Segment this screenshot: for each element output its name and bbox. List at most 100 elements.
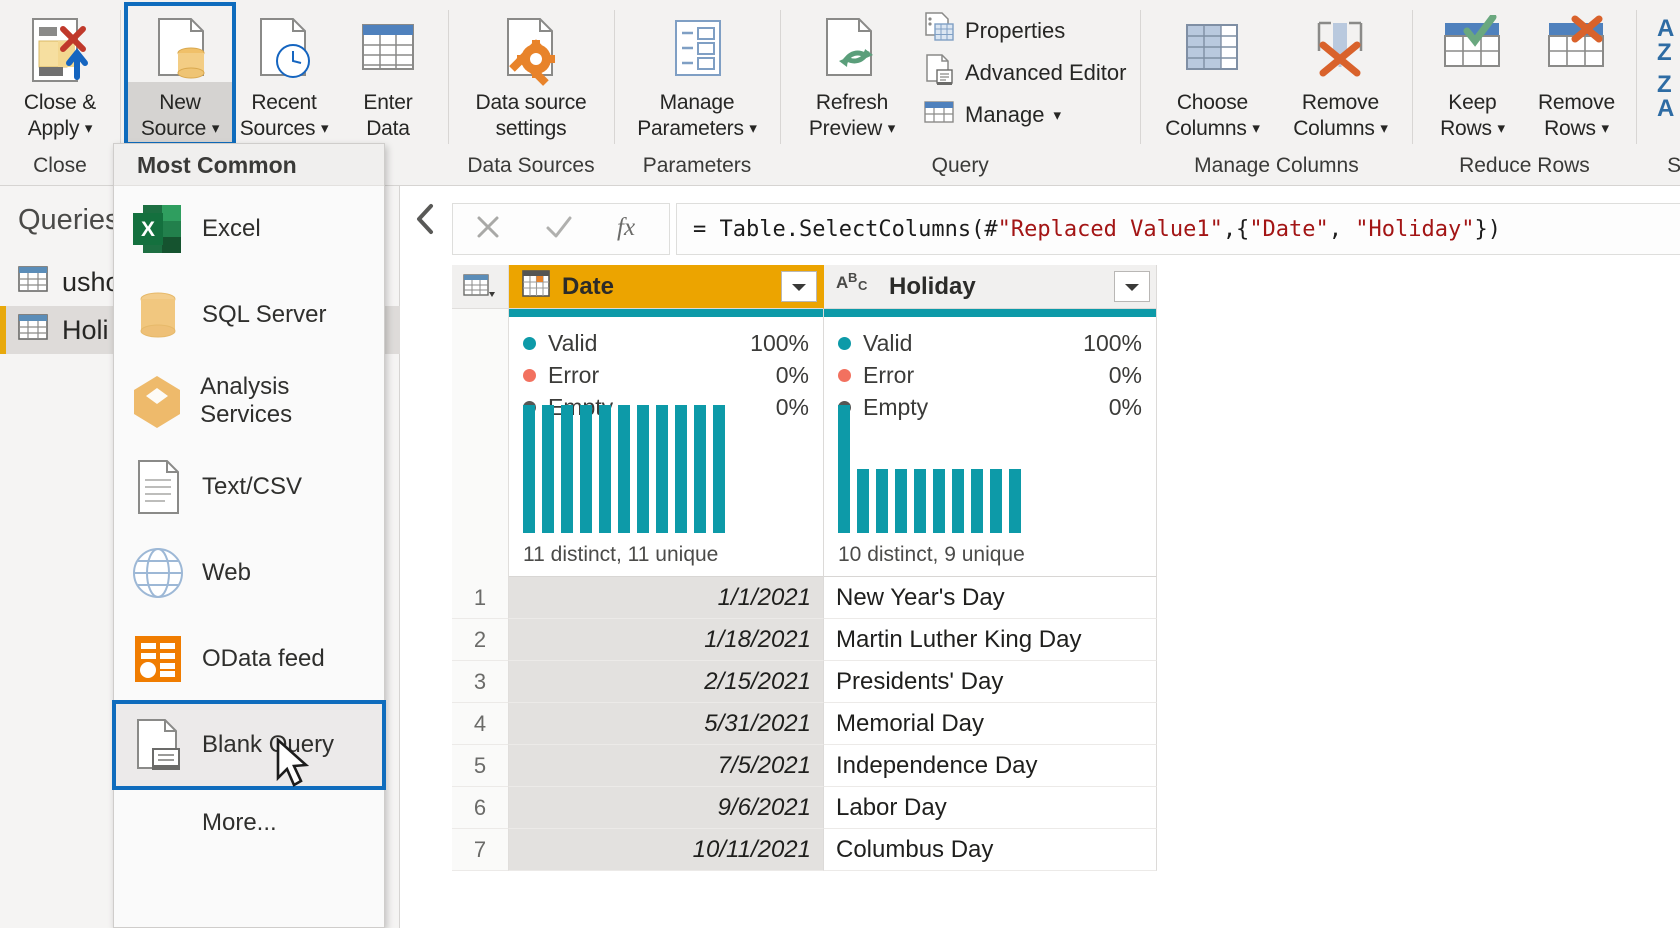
- menu-item-web[interactable]: Web: [114, 530, 384, 616]
- manage-button[interactable]: Manage ▾: [916, 94, 1132, 136]
- chevron-down-icon[interactable]: ▾: [888, 116, 896, 142]
- cell-date[interactable]: 1/1/2021: [509, 577, 824, 619]
- row-number: 7: [452, 829, 509, 871]
- column-filter-dropdown-button[interactable]: [1114, 271, 1150, 302]
- new-source-button[interactable]: New Source ▾: [124, 2, 236, 146]
- blank-query-icon: [114, 716, 202, 774]
- cell-date[interactable]: 5/31/2021: [509, 703, 824, 745]
- cell-date[interactable]: 10/11/2021: [509, 829, 824, 871]
- cell-holiday[interactable]: New Year's Day: [824, 577, 1157, 619]
- cell-holiday[interactable]: Martin Luther King Day: [824, 619, 1157, 661]
- table-row[interactable]: 2 1/18/2021 Martin Luther King Day: [452, 619, 1680, 661]
- manage-parameters-button[interactable]: Manage Parameters ▾: [622, 6, 772, 142]
- chevron-down-icon[interactable]: ▾: [1054, 106, 1062, 124]
- svg-text:Z: Z: [1657, 39, 1672, 66]
- histogram-bar: [1009, 469, 1021, 533]
- table-row[interactable]: 6 9/6/2021 Labor Day: [452, 787, 1680, 829]
- chevron-down-icon[interactable]: ▾: [212, 116, 220, 142]
- mouse-cursor-icon: [274, 737, 316, 799]
- advanced-editor-button[interactable]: Advanced Editor: [916, 52, 1132, 94]
- remove-rows-button[interactable]: Remove Rows ▾: [1524, 6, 1628, 142]
- chevron-down-icon[interactable]: ▾: [85, 116, 93, 142]
- query-item-label: Holi: [62, 314, 109, 345]
- commit-check-icon[interactable]: [543, 212, 575, 247]
- error-dot-icon: [523, 368, 536, 382]
- menu-item-blank-query[interactable]: Blank Query: [112, 700, 386, 790]
- cell-date[interactable]: 1/18/2021: [509, 619, 824, 661]
- histogram-bar: [542, 405, 554, 533]
- menu-item-sql-server[interactable]: SQL Server: [114, 272, 384, 358]
- quality-valid-row: Valid 100%: [838, 327, 1142, 359]
- formula-prefix: = Table.SelectColumns(#: [693, 216, 998, 242]
- cell-date[interactable]: 7/5/2021: [509, 745, 824, 787]
- chevron-left-icon: [417, 204, 433, 234]
- refresh-preview-button[interactable]: Refresh Preview ▾: [788, 6, 916, 142]
- enter-data-button[interactable]: Enter Data: [336, 6, 440, 142]
- keep-rows-icon: [1437, 12, 1507, 90]
- cell-holiday[interactable]: Columbus Day: [824, 829, 1157, 871]
- column-filter-dropdown-button[interactable]: [781, 271, 817, 302]
- cell-holiday[interactable]: Presidents' Day: [824, 661, 1157, 703]
- formula-sep: ,: [1328, 216, 1356, 242]
- manage-parameters-icon: [662, 12, 732, 90]
- chevron-down-icon[interactable]: ▾: [1497, 116, 1505, 142]
- enter-data-label-2: Data: [366, 117, 410, 140]
- data-source-settings-button[interactable]: Data source settings: [456, 6, 606, 142]
- menu-item-label: Text/CSV: [202, 473, 303, 500]
- remove-columns-label-1: Remove: [1301, 91, 1379, 114]
- ribbon-group-label-sort: Sort: [1667, 154, 1680, 177]
- ribbon-group-sort: AZ ZA Sort: [1636, 0, 1680, 186]
- cell-holiday[interactable]: Memorial Day: [824, 703, 1157, 745]
- sort-buttons[interactable]: AZ ZA: [1644, 6, 1680, 140]
- formula-col2: "Holiday": [1355, 216, 1475, 242]
- column-header-date[interactable]: Date: [509, 265, 824, 309]
- table-row[interactable]: 5 7/5/2021 Independence Day: [452, 745, 1680, 787]
- quality-valid-label: Valid: [548, 329, 598, 356]
- choose-columns-label-2: Columns: [1165, 117, 1247, 140]
- recent-sources-button[interactable]: Recent Sources ▾: [232, 6, 336, 142]
- chevron-down-icon[interactable]: ▾: [1252, 116, 1260, 142]
- table-row[interactable]: 7 10/11/2021 Columbus Day: [452, 829, 1680, 871]
- choose-columns-label-1: Choose: [1176, 91, 1249, 114]
- refresh-preview-label-2: Preview: [808, 117, 883, 140]
- close-and-apply-button[interactable]: Close & Apply ▾: [8, 6, 112, 142]
- cell-holiday[interactable]: Independence Day: [824, 745, 1157, 787]
- histogram-bar: [895, 469, 907, 533]
- table-row[interactable]: 3 2/15/2021 Presidents' Day: [452, 661, 1680, 703]
- properties-label: Properties: [965, 18, 1066, 43]
- keep-rows-button[interactable]: Keep Rows ▾: [1420, 6, 1524, 142]
- cancel-x-icon[interactable]: [473, 212, 503, 247]
- select-all-table-icon[interactable]: [452, 265, 509, 309]
- formula-input[interactable]: = Table.SelectColumns(# "Replaced Value1"…: [676, 203, 1680, 255]
- menu-item-analysis-services[interactable]: Analysis Services: [114, 358, 384, 444]
- manage-table-icon: [922, 95, 956, 135]
- ribbon-group-label-parameters: Parameters: [642, 154, 752, 177]
- column-header-holiday[interactable]: A B C Holiday: [824, 265, 1157, 309]
- chevron-down-icon[interactable]: ▾: [1380, 116, 1388, 142]
- table-row[interactable]: 4 5/31/2021 Memorial Day: [452, 703, 1680, 745]
- cell-date[interactable]: 2/15/2021: [509, 661, 824, 703]
- properties-button[interactable]: Properties: [916, 10, 1132, 52]
- cell-holiday[interactable]: Labor Day: [824, 787, 1157, 829]
- globe-icon: [114, 544, 202, 602]
- close-apply-icon: [25, 12, 95, 90]
- collapse-queries-pane-button[interactable]: [405, 198, 447, 240]
- cell-date[interactable]: 9/6/2021: [509, 787, 824, 829]
- menu-item-more[interactable]: More...: [114, 788, 384, 858]
- refresh-preview-label-1: Refresh: [815, 91, 889, 114]
- menu-item-excel[interactable]: X Excel: [114, 186, 384, 272]
- menu-item-odata-feed[interactable]: OData feed: [114, 616, 384, 702]
- histogram-bar: [599, 405, 611, 533]
- chevron-down-icon[interactable]: ▾: [749, 116, 757, 142]
- menu-item-text-csv[interactable]: Text/CSV: [114, 444, 384, 530]
- profile-accent-bar: [824, 309, 1156, 317]
- table-row[interactable]: 1 1/1/2021 New Year's Day: [452, 577, 1680, 619]
- choose-columns-button[interactable]: Choose Columns ▾: [1148, 6, 1276, 142]
- database-cylinder-icon: [114, 286, 202, 344]
- fx-icon[interactable]: fx: [615, 211, 649, 248]
- chevron-down-icon[interactable]: ▾: [1601, 116, 1609, 142]
- chevron-down-icon[interactable]: ▾: [321, 116, 329, 142]
- remove-columns-button[interactable]: Remove Columns ▾: [1276, 6, 1404, 142]
- svg-text:C: C: [858, 278, 868, 293]
- recent-sources-label-2: Sources: [239, 117, 316, 140]
